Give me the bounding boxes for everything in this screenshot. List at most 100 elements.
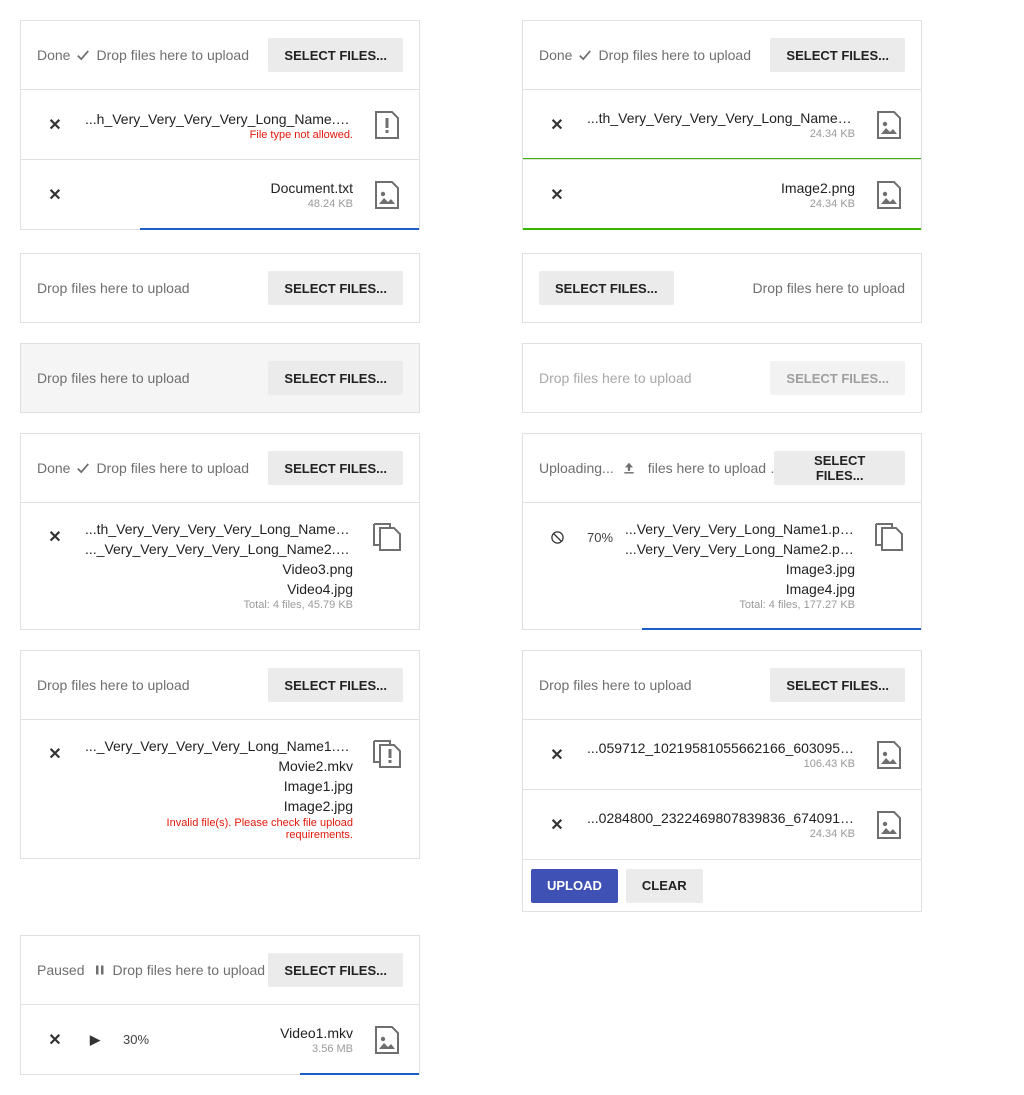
select-files-button[interactable]: SELECT FILES...: [268, 271, 403, 305]
select-files-button[interactable]: SELECT FILES...: [770, 668, 905, 702]
status-done: Done: [37, 47, 92, 63]
upload-percent: 30%: [123, 1032, 150, 1047]
file-name: Image2.jpg: [283, 798, 353, 814]
file-row: ✕ ...th_Very_Very_Very_Very_Long_Name.pn…: [523, 89, 921, 160]
file-name: ...th_Very_Very_Very_Very_Long_Name.png: [587, 110, 855, 126]
check-icon: [578, 48, 592, 62]
drop-hint: Drop files here to upload: [112, 962, 266, 978]
file-size: 106.43 KB: [803, 758, 855, 770]
clear-button[interactable]: CLEAR: [625, 868, 703, 903]
file-size: 48.24 KB: [307, 198, 353, 210]
upload-widget-10: Drop files here to upload SELECT FILES..…: [522, 650, 922, 912]
drop-hint: Drop files here to upload: [37, 370, 190, 386]
upload-percent: 70%: [587, 529, 614, 545]
progress-bar: [140, 228, 419, 230]
file-row: ✕ ...h_Very_Very_Very_Very_Long_Name.mkv…: [21, 89, 419, 159]
dropzone[interactable]: Drop files here to upload SELECT FILES..…: [21, 254, 419, 322]
file-name: Image3.jpg: [785, 561, 855, 577]
file-row: ✕ ...0284800_2322469807839836_67409197 2…: [523, 789, 921, 859]
dropzone[interactable]: Drop files here to upload SELECT FILES..…: [21, 344, 419, 412]
success-bar: [523, 228, 921, 230]
image-file-icon: [371, 180, 403, 210]
file-name: ...059712_10219581055662166_60309591: [587, 740, 855, 756]
file-error: File type not allowed.: [249, 128, 353, 141]
batch-total: Total: 4 files, 45.79 KB: [243, 599, 353, 611]
upload-widget-11: Paused Drop files here to upload SELECT …: [20, 935, 420, 1075]
remove-icon[interactable]: ✕: [539, 107, 575, 143]
batch-row: 70% ...Very_Very_Very_Long_Name1.png ...…: [523, 502, 921, 630]
cancel-icon[interactable]: [539, 519, 575, 555]
pause-icon: [94, 964, 106, 976]
file-name: Image4.jpg: [785, 581, 855, 597]
status-paused: Paused: [37, 962, 108, 978]
upload-widget-5: Drop files here to upload SELECT FILES..…: [20, 343, 420, 413]
dropzone[interactable]: Done Drop files here to upload SELECT FI…: [523, 21, 921, 89]
upload-widget-7: Done Drop files here to upload SELECT FI…: [20, 433, 420, 630]
progress-bar: [642, 628, 921, 630]
drop-hint: Drop files here to upload: [96, 460, 250, 476]
dropzone[interactable]: Drop files here to upload SELECT FILES..…: [21, 651, 419, 719]
resume-icon[interactable]: ▶: [77, 1022, 113, 1058]
upload-widget-6: Drop files here to upload SELECT FILES..…: [522, 343, 922, 413]
upload-actions: UPLOAD CLEAR: [523, 859, 921, 911]
status-uploading: Uploading...: [539, 460, 644, 476]
multiple-files-error-icon: [371, 738, 403, 768]
select-files-button[interactable]: SELECT FILES...: [268, 668, 403, 702]
upload-button[interactable]: UPLOAD: [531, 868, 618, 903]
image-file-icon: [371, 1025, 403, 1055]
file-name: ..._Very_Very_Very_Very_Long_Name2.png: [85, 541, 353, 557]
dropzone[interactable]: Uploading... files here to upload … SELE…: [523, 434, 921, 502]
remove-icon[interactable]: ✕: [539, 807, 575, 843]
dropzone[interactable]: SELECT FILES... Drop files here to uploa…: [523, 254, 921, 322]
select-files-button[interactable]: SELECT FILES...: [268, 361, 403, 395]
upload-widget-2: Done Drop files here to upload SELECT FI…: [522, 20, 922, 230]
image-file-icon: [873, 810, 905, 840]
upload-widget-4: SELECT FILES... Drop files here to uploa…: [522, 253, 922, 323]
remove-icon[interactable]: ✕: [37, 736, 73, 772]
drop-hint: Drop files here to upload: [752, 280, 905, 296]
file-name: ...Very_Very_Very_Long_Name2.png: [625, 541, 855, 557]
dropzone: Drop files here to upload SELECT FILES..…: [523, 344, 921, 412]
drop-hint: Drop files here to upload: [96, 47, 250, 63]
remove-icon[interactable]: ✕: [37, 107, 73, 143]
dropzone[interactable]: Paused Drop files here to upload SELECT …: [21, 936, 419, 1004]
status-done: Done: [539, 47, 594, 63]
file-name: ...Very_Very_Very_Long_Name1.png: [625, 521, 855, 537]
file-size: 24.34 KB: [809, 198, 855, 210]
select-files-button[interactable]: SELECT FILES...: [539, 271, 674, 305]
dropzone[interactable]: Drop files here to upload SELECT FILES..…: [523, 651, 921, 719]
check-icon: [76, 461, 90, 475]
file-name: Image1.jpg: [283, 778, 353, 794]
file-row: ✕ ...059712_10219581055662166_60309591 1…: [523, 719, 921, 789]
dropzone[interactable]: Done Drop files here to upload SELECT FI…: [21, 21, 419, 89]
select-files-button[interactable]: SELECT FILES...: [268, 953, 403, 987]
select-files-button[interactable]: SELECT FILES...: [774, 451, 905, 485]
remove-icon[interactable]: ✕: [37, 519, 73, 555]
remove-icon[interactable]: ✕: [539, 737, 575, 773]
file-row: ✕ ▶ 30% Video1.mkv 3.56 MB: [21, 1004, 419, 1075]
remove-icon[interactable]: ✕: [539, 177, 575, 213]
multiple-files-icon: [371, 521, 403, 551]
drop-hint: Drop files here to upload: [539, 677, 692, 693]
select-files-button: SELECT FILES...: [770, 361, 905, 395]
select-files-button[interactable]: SELECT FILES...: [268, 38, 403, 72]
select-files-button[interactable]: SELECT FILES...: [268, 451, 403, 485]
dropzone[interactable]: Done Drop files here to upload SELECT FI…: [21, 434, 419, 502]
multiple-files-icon: [873, 521, 905, 551]
file-error-icon: [371, 110, 403, 140]
batch-error: Invalid file(s). Please check file uploa…: [166, 817, 353, 841]
drop-hint: Drop files here to upload: [598, 47, 752, 63]
image-file-icon: [873, 180, 905, 210]
file-row: ✕ Image2.png 24.34 KB: [523, 159, 921, 230]
remove-icon[interactable]: ✕: [37, 1022, 73, 1058]
upload-widget-8: Uploading... files here to upload … SELE…: [522, 433, 922, 630]
file-name: ...th_Very_Very_Very_Very_Long_Name.png: [85, 521, 353, 537]
remove-icon[interactable]: ✕: [37, 177, 73, 213]
upload-icon: [622, 461, 636, 475]
progress-bar: [299, 1073, 419, 1075]
select-files-button[interactable]: SELECT FILES...: [770, 38, 905, 72]
file-name: ...0284800_2322469807839836_67409197: [587, 810, 855, 826]
upload-widget-3: Drop files here to upload SELECT FILES..…: [20, 253, 420, 323]
check-icon: [76, 48, 90, 62]
drop-hint: Drop files here to upload: [539, 370, 692, 386]
